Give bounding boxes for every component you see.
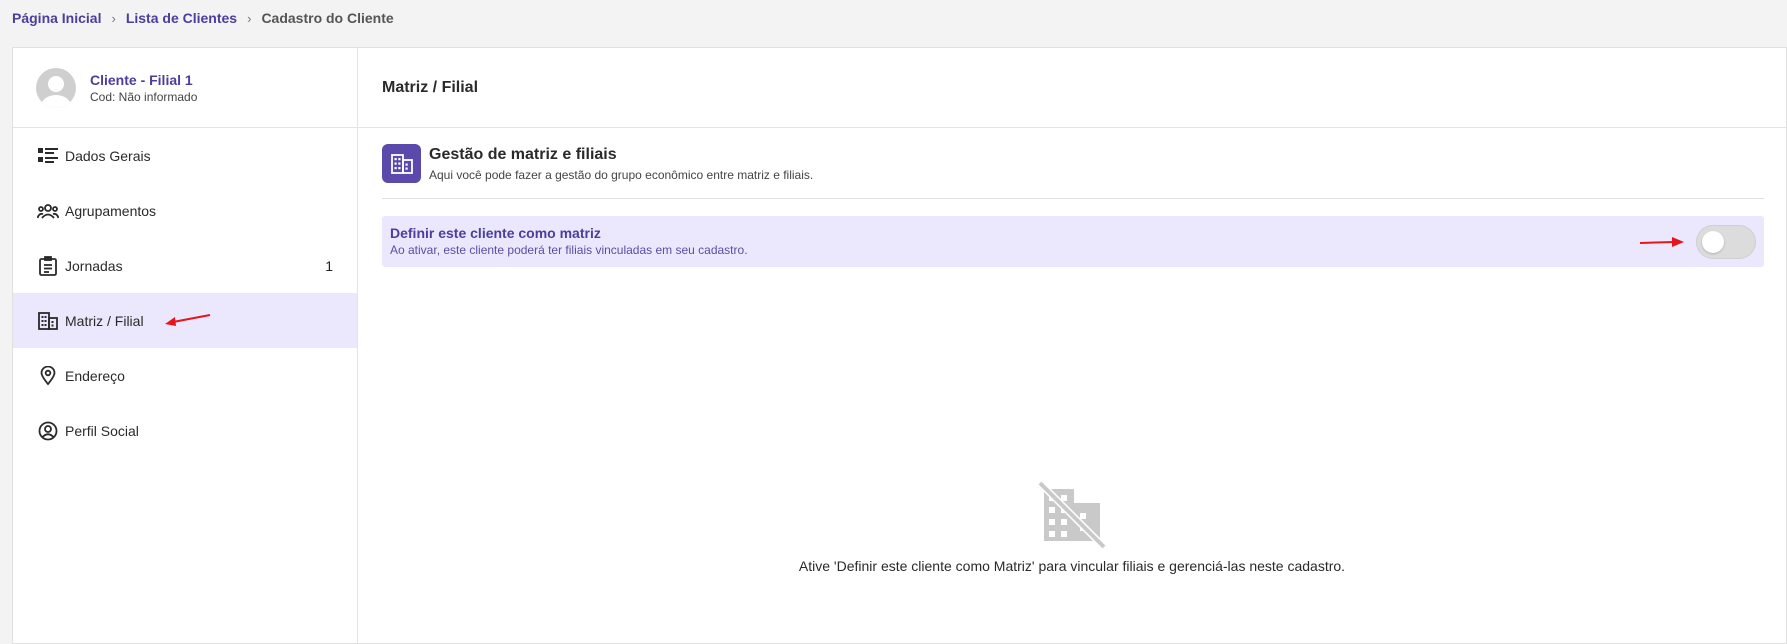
- sidebar-item-label: Dados Gerais: [65, 147, 151, 164]
- client-code: Cod: Não informado: [90, 89, 198, 104]
- building-icon: [382, 144, 421, 183]
- sidebar: Cliente - Filial 1 Cod: Não informado Da…: [13, 48, 358, 643]
- annotation-arrow: [1639, 236, 1684, 247]
- sidebar-item-label: Endereço: [65, 367, 125, 384]
- sidebar-item-label: Matriz / Filial: [65, 312, 144, 329]
- toggle-knob: [1702, 230, 1724, 253]
- matriz-toggle-switch[interactable]: [1696, 224, 1756, 259]
- client-name[interactable]: Cliente - Filial 1: [90, 71, 197, 89]
- account-circle-icon: [37, 420, 59, 442]
- list-details-icon: [37, 145, 59, 167]
- breadcrumb-client-list-link[interactable]: Lista de Clientes: [126, 10, 237, 26]
- building-icon: [37, 310, 59, 332]
- breadcrumb-current: Cadastro do Cliente: [261, 10, 394, 26]
- matriz-setting-row: Definir este cliente como matriz Ao ativ…: [382, 216, 1764, 267]
- sidebar-item-label: Agrupamentos: [65, 202, 157, 219]
- breadcrumb-separator: ›: [111, 10, 116, 26]
- sidebar-item-endereco[interactable]: Endereço: [13, 348, 357, 403]
- clipboard-icon: [37, 255, 59, 277]
- avatar: [36, 67, 76, 108]
- section-header: Gestão de matriz e filiais Aqui você pod…: [382, 144, 1764, 199]
- sidebar-nav: Dados Gerais Agrupamentos Jornadas 1 Mat…: [13, 128, 357, 458]
- matriz-setting-subtitle: Ao ativar, este cliente poderá ter filia…: [390, 243, 748, 257]
- page-title: Matriz / Filial: [358, 48, 1786, 128]
- main-panel: Matriz / Filial Gestão de matriz e filia…: [358, 48, 1786, 643]
- breadcrumb-separator: ›: [247, 10, 252, 26]
- jornadas-count-badge: 1: [325, 257, 333, 274]
- location-pin-icon: [37, 365, 59, 387]
- sidebar-item-label: Jornadas: [65, 257, 123, 274]
- section-subtitle: Aqui você pode fazer a gestão do grupo e…: [429, 167, 814, 182]
- breadcrumb-home-link[interactable]: Página Inicial: [12, 10, 101, 26]
- client-card: Cliente - Filial 1 Cod: Não informado Da…: [12, 47, 1787, 644]
- building-off-icon: [1037, 480, 1107, 550]
- sidebar-item-perfil-social[interactable]: Perfil Social: [13, 403, 357, 458]
- sidebar-item-dados-gerais[interactable]: Dados Gerais: [13, 128, 357, 183]
- empty-state: Ative 'Definir este cliente como Matriz'…: [358, 475, 1786, 574]
- sidebar-item-jornadas[interactable]: Jornadas 1: [13, 238, 357, 293]
- annotation-arrow: [165, 314, 211, 326]
- empty-state-message: Ative 'Definir este cliente como Matriz'…: [798, 558, 1346, 574]
- section-title: Gestão de matriz e filiais: [429, 145, 617, 163]
- client-header: Cliente - Filial 1 Cod: Não informado: [13, 48, 357, 128]
- sidebar-item-matriz-filial[interactable]: Matriz / Filial: [13, 293, 357, 348]
- sidebar-item-label: Perfil Social: [65, 422, 139, 439]
- group-icon: [37, 200, 59, 222]
- sidebar-item-agrupamentos[interactable]: Agrupamentos: [13, 183, 357, 238]
- breadcrumb: Página Inicial › Lista de Clientes › Cad…: [12, 10, 394, 26]
- matriz-setting-title: Definir este cliente como matriz: [390, 225, 601, 241]
